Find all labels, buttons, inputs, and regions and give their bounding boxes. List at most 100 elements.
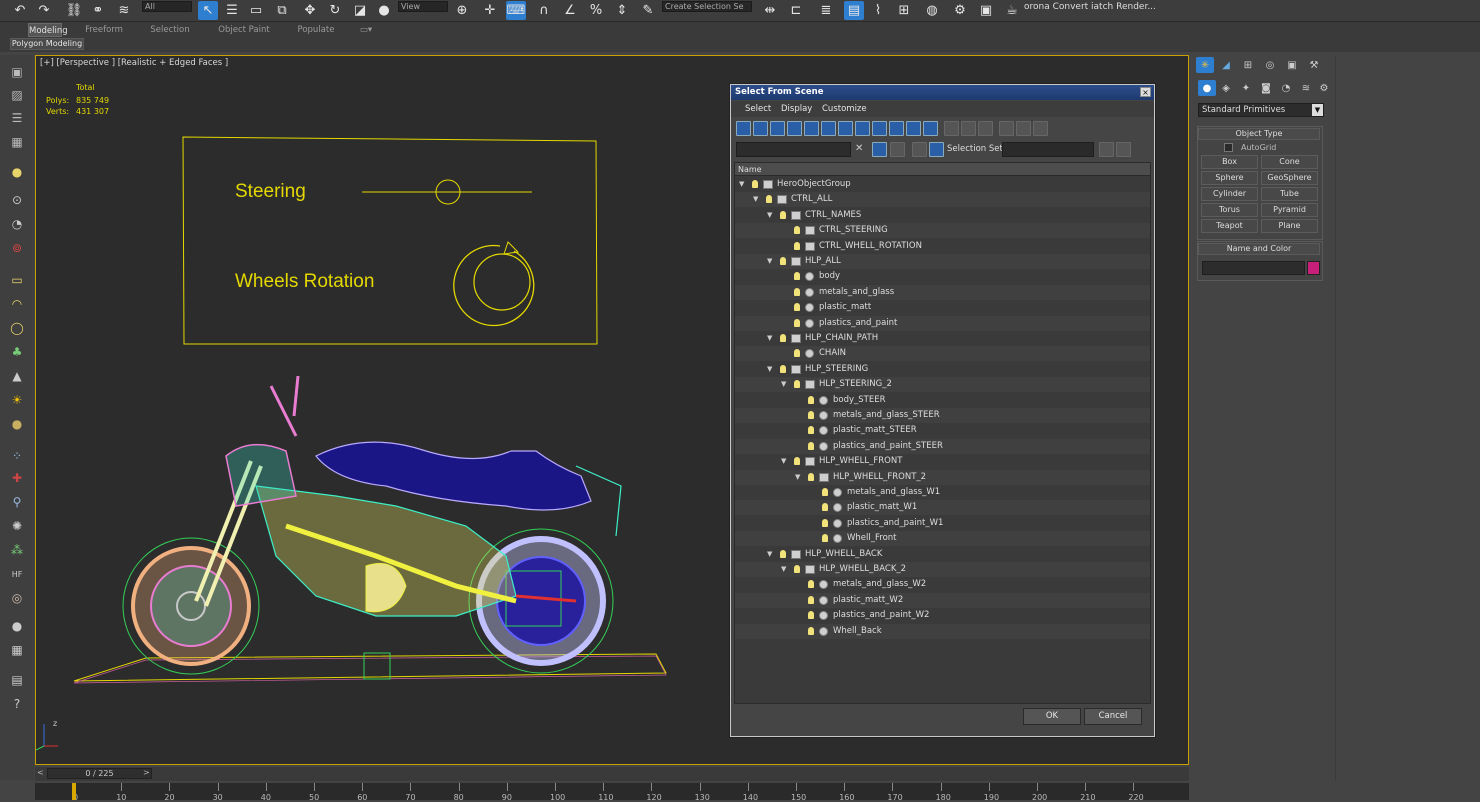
display-groups-icon[interactable] [838, 121, 853, 136]
motion-tab-icon[interactable]: ◎ [1261, 57, 1279, 73]
save-selection-set-icon[interactable] [1099, 142, 1114, 157]
visibility-bulb-icon[interactable] [780, 210, 786, 219]
wildcard-icon[interactable] [890, 142, 905, 157]
scale-icon[interactable]: ◪ [350, 1, 370, 20]
tree-row[interactable]: ▼ HLP_WHELL_BACK [735, 547, 1150, 562]
rendered-frame-icon[interactable]: ▣ [976, 1, 996, 20]
screen-icon[interactable]: ▣ [8, 63, 26, 81]
sphere-icon[interactable]: ◯ [8, 319, 26, 337]
bone-icon[interactable]: ✚ [8, 469, 26, 487]
expand-arrow-icon[interactable]: ▼ [767, 547, 772, 562]
visibility-bulb-icon[interactable] [822, 488, 828, 496]
named-selection-set-dropdown[interactable]: Create Selection Se [662, 1, 752, 12]
image-icon[interactable]: ▨ [8, 86, 26, 104]
box-icon[interactable]: ▭ [8, 271, 26, 289]
visibility-bulb-icon[interactable] [794, 226, 800, 235]
timeline-ruler[interactable]: 0102030405060708090100110120130140150160… [35, 783, 1189, 802]
pin-icon[interactable]: ⚲ [8, 493, 26, 511]
cone-icon[interactable]: ▲ [8, 367, 26, 385]
tree-row[interactable]: ▼ HeroObjectGroup [735, 177, 1150, 192]
tree-row[interactable]: CTRL_STEERING [735, 223, 1150, 239]
tree-row[interactable]: Whell_Front [735, 531, 1150, 547]
tree-row[interactable]: CTRL_WHELL_ROTATION [735, 239, 1150, 254]
display-helpers-icon[interactable] [804, 121, 819, 136]
hierarchy-tab-icon[interactable]: ⊞ [1239, 57, 1257, 73]
shapes-icon[interactable]: ◈ [1217, 80, 1235, 96]
display-all-icon[interactable] [944, 121, 959, 136]
mirror-icon[interactable]: ⇹ [760, 1, 780, 20]
tab-selection[interactable]: Selection [148, 23, 192, 37]
window-crossing-icon[interactable]: ⧉ [272, 1, 292, 20]
tab-modeling[interactable]: Modeling [28, 23, 68, 37]
tree-row[interactable]: ▼ CTRL_NAMES [735, 208, 1150, 223]
list-icon[interactable]: ☰ [8, 109, 26, 127]
display-xrefs-icon[interactable] [855, 121, 870, 136]
light-icon[interactable]: ● [8, 163, 26, 181]
visibility-bulb-icon[interactable] [780, 364, 786, 373]
display-cameras-icon[interactable] [787, 121, 802, 136]
visibility-bulb-icon[interactable] [794, 349, 800, 358]
gear-icon[interactable]: ✺ [8, 517, 26, 535]
move-icon[interactable]: ✥ [300, 1, 320, 20]
ribbon-options-icon[interactable]: ▭▾ [356, 23, 376, 37]
visibility-bulb-icon[interactable] [822, 518, 828, 527]
expand-arrow-icon[interactable]: ▼ [781, 454, 786, 469]
render-setup-icon[interactable]: ⚙ [950, 1, 970, 20]
geosphere-button[interactable]: GeoSphere [1261, 171, 1318, 185]
expand-arrow-icon[interactable]: ▼ [739, 177, 744, 192]
selection-filter-dropdown[interactable]: All [142, 1, 192, 12]
material-ball-icon[interactable]: ● [8, 617, 26, 635]
category-dropdown[interactable]: Standard Primitives [1198, 103, 1324, 117]
tree-row[interactable]: plastic_matt_STEER [735, 423, 1150, 438]
geometry-icon[interactable]: ● [1198, 80, 1216, 96]
plant-icon[interactable]: ♣ [8, 343, 26, 361]
tree-row[interactable]: ▼ HLP_WHELL_BACK_2 [735, 562, 1150, 577]
remove-selection-set-icon[interactable] [1116, 142, 1131, 157]
filter-options-icon[interactable] [1033, 121, 1048, 136]
visibility-bulb-icon[interactable] [808, 472, 814, 481]
tree-row[interactable]: CHAIN [735, 346, 1150, 362]
tree-row[interactable]: ▼ HLP_WHELL_FRONT [735, 454, 1150, 469]
tree-row[interactable]: body_STEER [735, 393, 1150, 408]
next-frame-button[interactable]: > [143, 768, 150, 777]
plane-button[interactable]: Plane [1261, 219, 1318, 233]
material-editor-icon[interactable]: ◍ [922, 1, 942, 20]
ball-icon[interactable]: ● [8, 415, 26, 433]
sound-icon[interactable]: ◔ [8, 215, 26, 233]
expand-arrow-icon[interactable]: ▼ [781, 377, 786, 392]
close-icon[interactable]: × [1140, 87, 1151, 97]
grid-icon[interactable]: ▦ [8, 133, 26, 151]
chevron-down-icon[interactable]: ▼ [1312, 104, 1323, 116]
layers-icon[interactable] [912, 142, 927, 157]
display-bones-icon[interactable] [872, 121, 887, 136]
scene-object-list[interactable]: Name ▼ HeroObjectGroup ▼ CTRL_ALL ▼ CTRL_NAME… [734, 162, 1151, 704]
visibility-bulb-icon[interactable] [794, 318, 800, 327]
current-frame-marker[interactable] [72, 783, 76, 800]
visibility-bulb-icon[interactable] [794, 241, 800, 250]
tree-row[interactable]: ▼ HLP_WHELL_FRONT_2 [735, 469, 1150, 485]
column-header-name[interactable]: Name [735, 163, 1150, 176]
time-slider[interactable]: 0 / 225 [47, 768, 152, 779]
visibility-bulb-icon[interactable] [808, 626, 814, 635]
visibility-bulb-icon[interactable] [780, 257, 786, 265]
tree-row[interactable]: ▼ CTRL_ALL [735, 192, 1150, 208]
tree-row[interactable]: plastics_and_paint_W1 [735, 516, 1150, 531]
reference-coordinate-dropdown[interactable]: View [398, 1, 448, 12]
display-frozen-icon[interactable] [906, 121, 921, 136]
display-invert-icon[interactable] [978, 121, 993, 136]
selection-set-dropdown[interactable] [1002, 142, 1094, 157]
undo-icon[interactable]: ↶ [10, 1, 30, 20]
redo-icon[interactable]: ↷ [34, 1, 54, 20]
visibility-bulb-icon[interactable] [794, 287, 800, 296]
select-object-icon[interactable]: ↖ [198, 1, 218, 20]
tree-row[interactable]: plastic_matt_W2 [735, 592, 1150, 608]
layer-manager-icon[interactable]: ≣ [816, 1, 836, 20]
percent-snap-icon[interactable]: % [586, 1, 606, 20]
align-icon[interactable]: ⊏ [786, 1, 806, 20]
visibility-bulb-icon[interactable] [808, 426, 814, 435]
pivot-center-icon[interactable]: ⊕ [452, 1, 472, 20]
visibility-bulb-icon[interactable] [794, 303, 800, 312]
modify-tab-icon[interactable]: ◢ [1217, 57, 1235, 73]
tree-row[interactable]: ▼ HLP_CHAIN_PATH [735, 331, 1150, 346]
visibility-bulb-icon[interactable] [808, 395, 814, 404]
